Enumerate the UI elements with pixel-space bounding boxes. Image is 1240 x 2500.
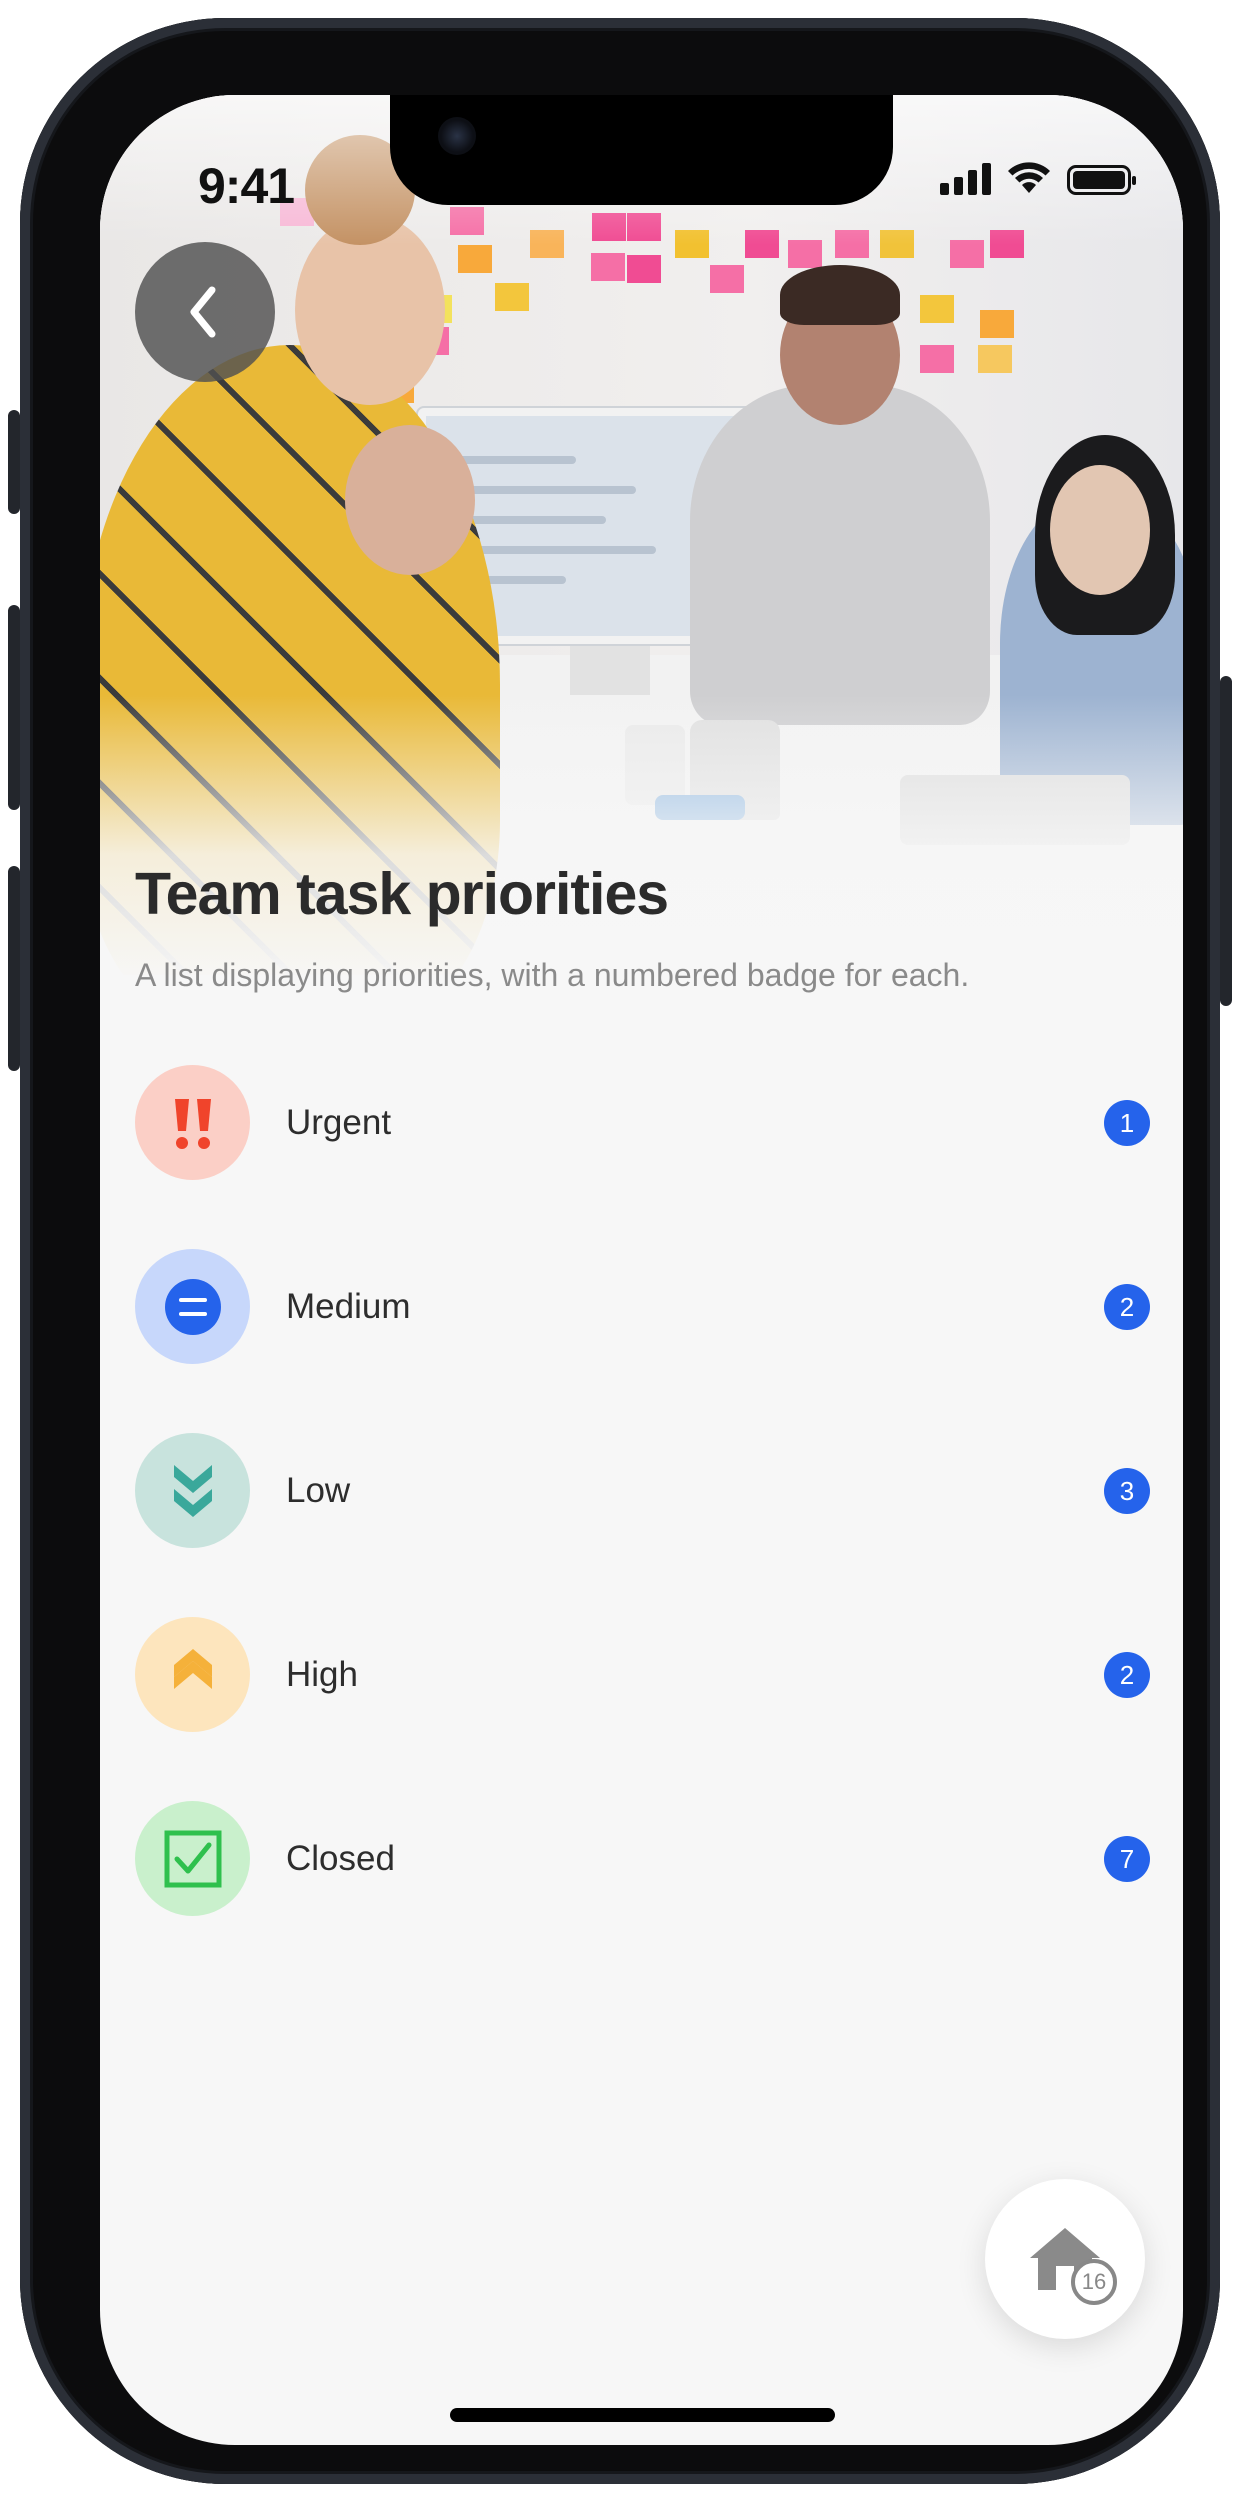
chevron-left-icon (190, 286, 216, 338)
priority-label: Urgent (286, 1102, 392, 1142)
cellular-signal-icon (940, 161, 991, 195)
priority-icon-circle (135, 1617, 250, 1732)
priority-row-urgent[interactable]: Urgent 1 (135, 1065, 1150, 1180)
person-presenter (690, 385, 990, 725)
mute-switch (8, 410, 20, 514)
wifi-icon (1008, 162, 1050, 193)
priority-label: Medium (286, 1286, 411, 1326)
phone-frame: 9:41 Team task priorities A list display… (8, 18, 1232, 2484)
hero-image (100, 95, 1183, 975)
priority-label: Low (286, 1470, 351, 1510)
priority-row-medium[interactable]: Medium 2 (135, 1249, 1150, 1364)
status-icons (940, 161, 1136, 195)
priority-label: Closed (286, 1838, 395, 1878)
priority-icon-circle (135, 1801, 250, 1916)
priority-icon-circle (135, 1433, 250, 1548)
page-title: Team task priorities (135, 861, 669, 927)
equals-circle-icon (164, 1278, 221, 1335)
count-badge: 2 (1104, 1284, 1150, 1330)
back-button[interactable] (135, 242, 275, 382)
power-button (1220, 676, 1232, 1006)
front-camera (438, 117, 476, 155)
page-subtitle: A list displaying priorities, with a num… (135, 957, 970, 993)
double-chevron-up-icon (173, 1648, 212, 1689)
volume-up-button (8, 605, 20, 810)
battery-icon (1067, 165, 1136, 195)
count-badge: 7 (1104, 1836, 1150, 1882)
monitor-stand (570, 635, 650, 695)
count-badge: 2 (1104, 1652, 1150, 1698)
app-screen: 9:41 Team task priorities A list display… (100, 95, 1183, 2445)
fab-count-badge: 16 (1071, 2259, 1117, 2305)
home-indicator[interactable] (450, 2408, 835, 2422)
checkbox-checked-icon (164, 1830, 221, 1887)
double-chevron-down-icon (173, 1464, 212, 1517)
count-badge: 1 (1104, 1100, 1150, 1146)
priority-list: Urgent 1 Medium 2 Low 3 High 2 Closed 7 (135, 1065, 1150, 1985)
priority-row-low[interactable]: Low 3 (135, 1433, 1150, 1548)
count-badge: 3 (1104, 1468, 1150, 1514)
priority-icon-circle (135, 1249, 250, 1364)
home-fab-button[interactable]: 16 (985, 2179, 1145, 2339)
status-time: 9:41 (198, 158, 295, 214)
priority-label: High (286, 1654, 358, 1694)
priority-row-high[interactable]: High 2 (135, 1617, 1150, 1732)
priority-row-closed[interactable]: Closed 7 (135, 1801, 1150, 1916)
priority-icon-circle (135, 1065, 250, 1180)
volume-down-button (8, 866, 20, 1071)
double-exclamation-icon (174, 1098, 211, 1149)
